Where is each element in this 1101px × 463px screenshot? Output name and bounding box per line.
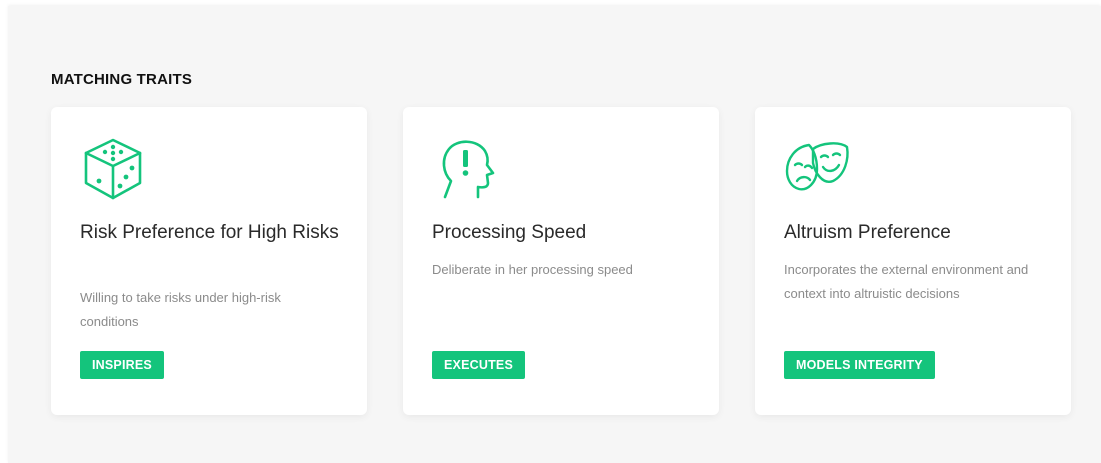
card-description: Willing to take risks under high-risk co… — [80, 290, 281, 329]
card-title: Altruism Preference — [784, 222, 951, 243]
trait-card-processing-speed: Processing Speed Deliberate in her proce… — [403, 107, 719, 415]
card-title: Risk Preference for High Risks — [80, 222, 339, 243]
trait-tag-badge: INSPIRES — [80, 351, 164, 379]
trait-card-altruism-preference: Altruism Preference Incorporates the ext… — [755, 107, 1071, 415]
card-description: Incorporates the external environment an… — [784, 262, 1029, 301]
trait-card-risk-preference: Risk Preference for High Risks Willing t… — [51, 107, 367, 415]
dice-icon — [79, 135, 147, 203]
theater-masks-icon — [783, 135, 851, 203]
card-title: Processing Speed — [432, 222, 587, 243]
card-description: Deliberate in her processing speed — [432, 262, 633, 277]
trait-tag-badge: EXECUTES — [432, 351, 525, 379]
head-exclamation-icon — [431, 135, 499, 203]
trait-tag-badge: MODELS INTEGRITY — [784, 351, 935, 379]
section-title: MATCHING TRAITS — [51, 71, 193, 88]
